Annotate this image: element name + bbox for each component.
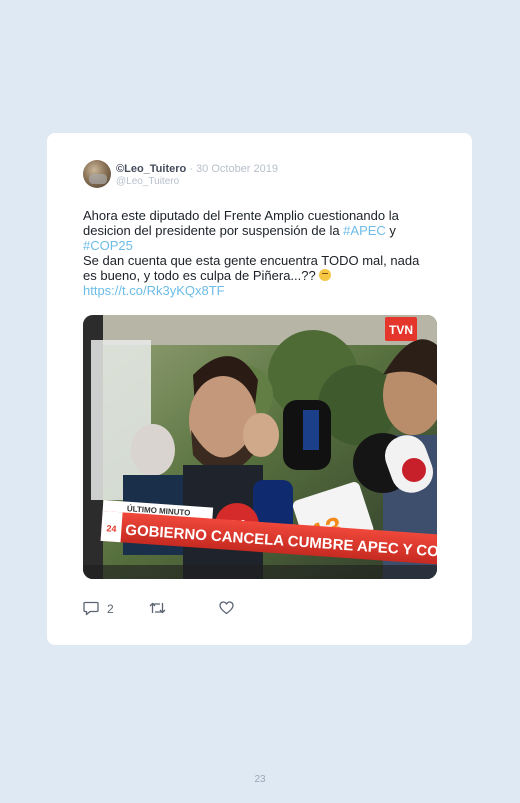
heart-icon	[219, 601, 234, 615]
thinking-face-icon	[319, 269, 332, 281]
tweet-link[interactable]: https://t.co/Rk3yKQx8TF	[83, 283, 225, 298]
reply-icon	[83, 601, 99, 616]
retweet-button[interactable]	[149, 601, 166, 615]
reply-button[interactable]: 2	[83, 601, 114, 616]
page-number: 23	[254, 774, 266, 785]
hashtag-apec[interactable]: #APEC	[343, 223, 386, 238]
tweet-actions: 2	[83, 601, 283, 617]
tweet-text-part2: Se dan cuenta que esta gente encuentra T…	[83, 253, 420, 283]
reply-count: 2	[107, 601, 114, 616]
tweet-date[interactable]: 30 October 2019	[196, 163, 278, 175]
channel-logo: TVN	[389, 323, 413, 337]
tweet-text: Ahora este diputado del Frente Amplio cu…	[83, 208, 423, 298]
avatar[interactable]	[83, 160, 111, 188]
tweet-media-image[interactable]: 24 13 TVN ÚLTIMO MINUTO 24 GOBIERNO CANC…	[83, 315, 437, 579]
header-separator: ·	[189, 163, 193, 175]
tweet-card: ©Leo_Tuitero · 30 October 2019 @Leo_Tuit…	[47, 133, 472, 645]
like-button[interactable]	[219, 601, 234, 615]
retweet-icon	[149, 602, 166, 614]
author-name[interactable]: ©Leo_Tuitero	[116, 163, 186, 175]
tweet-text-connector: y	[385, 223, 396, 238]
author-handle: @Leo_Tuitero	[116, 176, 180, 187]
tweet-header: ©Leo_Tuitero · 30 October 2019	[116, 163, 278, 175]
hashtag-cop25[interactable]: #COP25	[83, 238, 133, 253]
channel-number: 24	[106, 523, 117, 534]
